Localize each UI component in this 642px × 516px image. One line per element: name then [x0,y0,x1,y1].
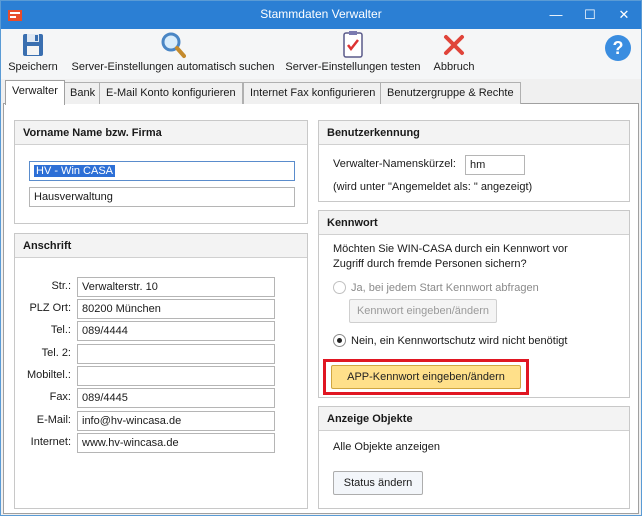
floppy-disk-icon [23,34,43,56]
tab-email[interactable]: E-Mail Konto konfigurieren [99,82,243,104]
short-name-label: Verwalter-Namenskürzel: [333,158,456,170]
status-change-button[interactable]: Status ändern [333,471,423,495]
name-group-header: Vorname Name bzw. Firma [15,121,307,145]
radio-no[interactable] [333,334,346,347]
password-question-line2: Zugriff durch fremde Personen sichern? [333,258,527,270]
mobile-input[interactable] [77,366,275,386]
tab-fax[interactable]: Internet Fax konfigurieren [243,82,383,104]
auto-search-button[interactable]: Server-Einstellungen automatisch suchen [71,31,275,75]
cancel-button[interactable]: Abbruch [429,31,479,75]
name-line1-value: HV - Win CASA [34,165,116,177]
password-group: Kennwort Möchten Sie WIN-CASA durch ein … [318,210,630,398]
short-name-note: (wird unter "Angemeldet als: " angezeigt… [333,181,533,193]
plz-input[interactable]: 80200 München [77,299,275,319]
magnifier-icon [161,32,186,58]
close-window-button[interactable]: ✕ [607,1,641,29]
tab-bar: Verwalter Bank E-Mail Konto konfiguriere… [3,80,639,105]
objects-group-header: Anzeige Objekte [319,407,629,431]
tel2-label: Tel. 2: [41,347,71,359]
checklist-icon [343,31,363,58]
cancel-label: Abbruch [433,61,475,73]
street-label: Str.: [51,280,71,292]
radio-no-label[interactable]: Nein, ein Kennwortschutz wird nicht benö… [351,335,567,347]
radio-yes-label[interactable]: Ja, bei jedem Start Kennwort abfragen [351,282,539,294]
objects-group: Anzeige Objekte Alle Objekte anzeigen St… [318,406,630,509]
tab-bank[interactable]: Bank [63,82,103,104]
name-line2-input[interactable]: Hausverwaltung [29,187,295,207]
internet-input[interactable]: www.hv-wincasa.de [77,433,275,453]
tab-usergroups[interactable]: Benutzergruppe & Rechte [380,82,521,104]
enter-password-button[interactable]: Kennwort eingeben/ändern [349,299,497,323]
tel2-input[interactable] [77,344,275,364]
maximize-button[interactable]: ☐ [573,1,607,29]
plz-label: PLZ Ort: [29,302,71,314]
name-line1-input[interactable]: HV - Win CASA [29,161,295,181]
test-settings-button[interactable]: Server-Einstellungen testen [285,31,421,75]
red-x-icon [444,35,464,55]
password-question-line1: Möchten Sie WIN-CASA durch ein Kennwort … [333,243,568,255]
street-input[interactable]: Verwalterstr. 10 [77,277,275,297]
address-group: Anschrift Str.: Verwalterstr. 10 PLZ Ort… [14,233,308,509]
save-button[interactable]: Speichern [7,31,59,75]
tel-input[interactable]: 089/4444 [77,321,275,341]
toolbar: Speichern Server-Einstellungen automatis… [1,29,641,79]
tab-content: Vorname Name bzw. Firma HV - Win CASA Ha… [3,104,639,514]
user-id-group-header: Benutzerkennung [319,121,629,145]
auto-search-label: Server-Einstellungen automatisch suchen [71,61,275,73]
email-label: E-Mail: [36,414,71,426]
name-group: Vorname Name bzw. Firma HV - Win CASA Ha… [14,120,308,224]
title-bar: Stammdaten Verwalter — ☐ ✕ [1,1,641,29]
address-group-header: Anschrift [15,234,307,258]
radio-yes[interactable] [333,281,346,294]
tab-verwalter[interactable]: Verwalter [5,80,65,105]
fax-label: Fax: [49,391,71,403]
minimize-button[interactable]: — [539,1,573,29]
tel-label: Tel.: [50,324,71,336]
internet-label: Internet: [30,436,71,448]
save-label: Speichern [8,61,58,73]
short-name-input[interactable]: hm [465,155,525,175]
window: Stammdaten Verwalter — ☐ ✕ Speichern Ser… [0,0,642,516]
mobile-label: Mobiltel.: [26,369,71,381]
help-icon[interactable]: ? [605,35,631,61]
app-password-button[interactable]: APP-Kennwort eingeben/ändern [331,365,521,389]
email-input[interactable]: info@hv-wincasa.de [77,411,275,431]
test-settings-label: Server-Einstellungen testen [285,61,421,73]
user-id-group: Benutzerkennung Verwalter-Namenskürzel: … [318,120,630,202]
password-group-header: Kennwort [319,211,629,235]
objects-text: Alle Objekte anzeigen [333,441,441,453]
fax-input[interactable]: 089/4445 [77,388,275,408]
